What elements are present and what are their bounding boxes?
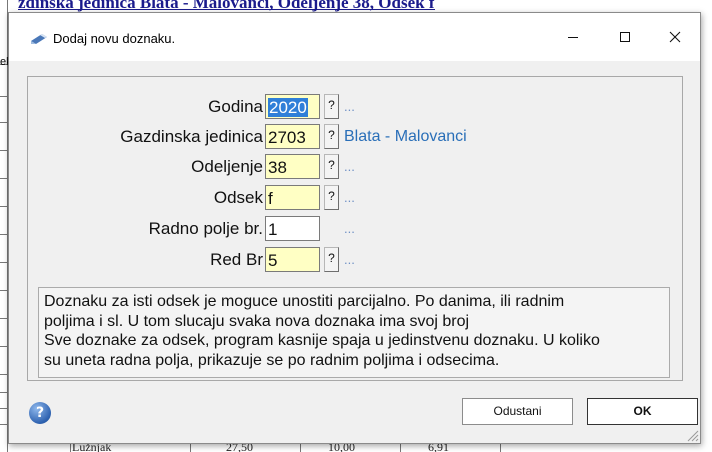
info-line: Sve doznake za odsek, program kasnije sp… (44, 332, 600, 349)
info-line: su uneta radna polja, prikazuje se po ra… (44, 351, 500, 369)
gazdinska-jedinica-input[interactable]: 2703 (265, 124, 320, 149)
close-icon (669, 31, 681, 43)
grid-line (0, 178, 8, 179)
info-line: Doznaku za isti odsek je moguce unostiti… (44, 293, 565, 310)
odsek-dots: ... (344, 190, 355, 205)
godina-input[interactable]: 2020 (265, 94, 320, 119)
grid-line (0, 234, 8, 235)
gazdinska-jedinica-description: Blata - Malovanci (344, 128, 467, 145)
grid-line (0, 374, 8, 375)
grid-line (0, 408, 8, 409)
ok-button[interactable]: OK (587, 398, 698, 425)
maximize-icon (620, 32, 630, 42)
radno-polje-input[interactable]: 1 (265, 216, 320, 241)
odsek-label: Odsek (213, 188, 263, 207)
grid-line (0, 392, 8, 393)
dialog-title: Dodaj novu doznaku. (53, 31, 176, 46)
grid-line (0, 346, 8, 347)
add-doznaka-dialog: Dodaj novu doznaku. Godina 2020 ? ... Ga… (8, 12, 701, 444)
odeljenje-help-button[interactable]: ? (324, 154, 339, 179)
dialog-titlebar[interactable]: Dodaj novu doznaku. (9, 13, 700, 61)
grid-line (0, 96, 8, 97)
form-panel: Godina 2020 ? ... Gazdinska jedinica 270… (27, 76, 683, 381)
godina-dots: ... (344, 99, 355, 114)
odsek-input[interactable]: f (265, 185, 320, 210)
grid-line (0, 206, 8, 207)
radno-polje-label: Radno polje br. (148, 219, 263, 238)
red-br-help-button[interactable]: ? (324, 247, 339, 272)
odsek-help-button[interactable]: ? (324, 185, 339, 210)
odeljenje-label: Odeljenje (191, 157, 263, 176)
minimize-icon (568, 37, 578, 38)
red-br-label: Red Br (210, 250, 263, 269)
grid-line (0, 262, 8, 263)
godina-label: Godina (208, 97, 263, 116)
grid-line (0, 150, 8, 151)
resize-grip-icon[interactable] (685, 428, 699, 442)
info-text-box: Doznaku za isti odsek je moguce unostiti… (38, 287, 670, 378)
gazdinska-jedinica-help-button[interactable]: ? (324, 124, 339, 149)
grid-line (0, 122, 8, 123)
grid-line (0, 290, 8, 291)
godina-help-button[interactable]: ? (324, 94, 339, 119)
pencil-icon (31, 34, 47, 44)
odeljenje-dots: ... (344, 159, 355, 174)
gazdinska-jedinica-label: Gazdinska jedinica (120, 127, 263, 146)
info-line: poljima i sl. U tom slucaju svaka nova d… (44, 312, 470, 330)
minimize-button[interactable] (550, 13, 596, 61)
grid-line (0, 318, 8, 319)
cancel-button[interactable]: Odustani (462, 398, 573, 425)
odeljenje-input[interactable]: 38 (265, 154, 320, 179)
close-button[interactable] (652, 13, 698, 61)
grid-line (0, 424, 8, 425)
help-icon[interactable]: ? (29, 402, 51, 424)
maximize-button[interactable] (602, 13, 648, 61)
red-br-input[interactable]: 5 (265, 247, 320, 272)
red-br-dots: ... (344, 252, 355, 267)
radno-polje-dots: ... (344, 221, 355, 236)
